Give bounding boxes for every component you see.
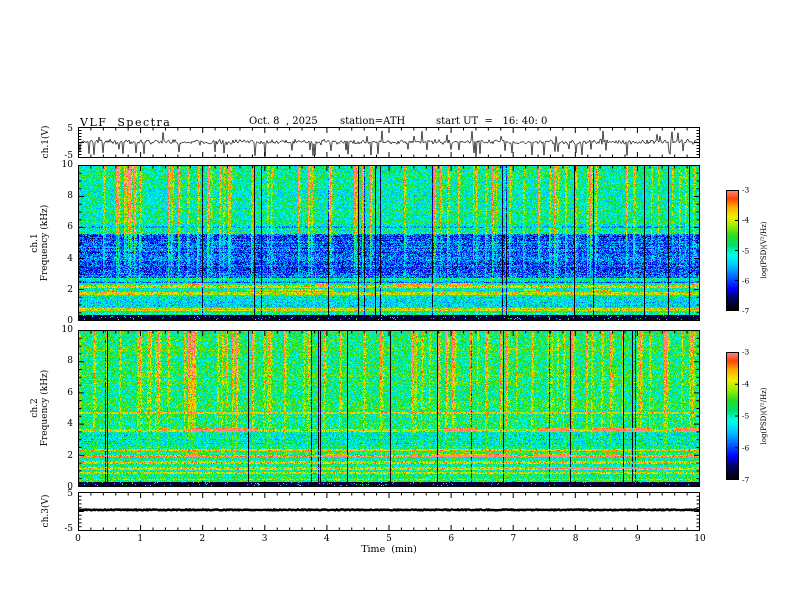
x-tick-label-8: 8 [572,534,579,544]
ch1-waveform-canvas [78,127,700,158]
x-tick-label-9: 9 [634,534,641,544]
x-tick-label-10: 10 [694,534,706,544]
colorbar1-tick--7: -7 [742,306,750,316]
colorbar2-tick--3: -3 [742,347,750,357]
x-tick-label-5: 5 [386,534,392,544]
ch1-wave-y-tick-bottom: -5 [64,151,73,161]
ch1-colorbar [726,190,739,311]
ch1-wave-y-tick-top: 5 [67,124,73,134]
ch1-spec-y-tick-6: 6 [67,222,73,233]
x-tick-label-0: 0 [75,534,81,544]
ch1-spec-y-tick-10: 10 [61,160,73,170]
ch3-wave-y-tick-top: 5 [67,489,73,499]
ch3-waveform-canvas [78,492,700,531]
x-tick-label-1: 1 [137,534,144,544]
colorbar2-tick--4: -4 [742,379,750,389]
ch2-spectrogram-canvas [78,330,700,487]
x-tick-label-6: 6 [448,534,455,544]
colorbar1-tick--5: -5 [742,246,750,255]
plot-date: Oct. 8 , 2025 [249,116,318,127]
ch2-spec-y-tick-6: 6 [67,387,73,398]
colorbar2-label: log(PSD)(V²/Hz) [760,387,768,445]
colorbar1-tick--4: -4 [742,215,750,225]
ch1-spec-y-tick-8: 8 [67,191,73,202]
ch1-spectrogram-canvas [78,165,700,321]
station-label: station=ATH [340,116,406,127]
ch3-wave-y-tick-bottom: -5 [64,524,73,534]
colorbar1-label: log(PSD)(V²/Hz) [760,221,768,279]
colorbar1-tick--3: -3 [742,185,750,195]
ch2-spec-y-tick-2: 2 [67,450,73,461]
x-tick-label-3: 3 [261,534,268,544]
ch2-spec-y-tick-10: 10 [61,325,73,335]
ch2-spec-axis-label: ch.2 Frequency (kHz) [30,369,50,447]
x-axis-title: Time (min) [361,544,417,555]
ch1-spec-y-tick-2: 2 [67,284,73,295]
ch2-colorbar [726,352,739,480]
colorbar2-tick--7: -7 [742,475,750,485]
ch2-spec-y-tick-4: 4 [67,419,73,430]
x-tick-label-7: 7 [510,534,517,544]
ch3-wave-axis-label: ch.3(V) [41,494,51,528]
colorbar2-tick--5: -5 [742,411,750,421]
colorbar2-tick--6: -6 [742,443,750,453]
start-ut-label: start UT = 16: 40: 0 [436,116,548,127]
ch1-spec-y-tick-4: 4 [67,253,73,264]
ch1-spec-axis-label: ch.1 Frequency (kHz) [30,204,50,282]
ch1-wave-axis-label: ch.1(V) [41,125,51,159]
colorbar1-tick--6: -6 [742,276,750,286]
x-tick-label-4: 4 [323,534,330,544]
ch2-spec-y-tick-8: 8 [67,356,73,367]
vlf-spectra-figure: VLF Spectra Oct. 8 , 2025 station=ATH st… [0,0,792,612]
x-tick-label-2: 2 [199,534,206,544]
